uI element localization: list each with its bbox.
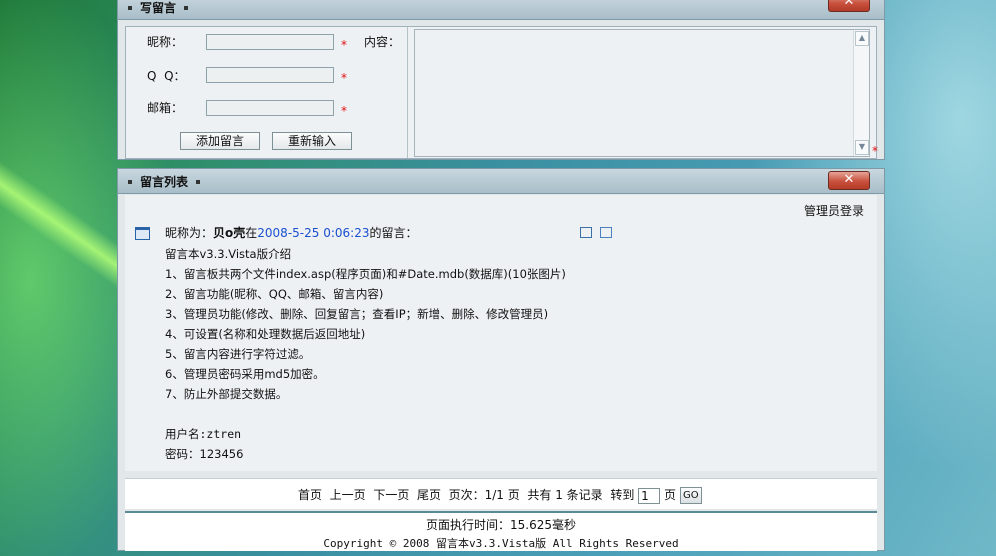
message-line: 密码：123456 <box>165 447 244 461</box>
divider <box>407 27 408 158</box>
add-message-button[interactable]: 添加留言 <box>180 132 260 150</box>
exec-time: 页面执行时间：15.625毫秒 <box>426 518 576 532</box>
message-line: 5、留言内容进行字符过滤。 <box>165 347 311 361</box>
message-list-panel: 留言列表 ✕ 管理员登录 昵称为：贝o壳在2008-5-25 0:06:23的留… <box>117 168 885 551</box>
last-page-link[interactable]: 尾页 <box>417 488 441 502</box>
write-panel-title: 写留言 <box>126 0 196 16</box>
first-page-link[interactable]: 首页 <box>298 488 322 502</box>
goto-label: 转到 <box>610 488 635 502</box>
record-count: 共有 1 条记录 <box>527 488 603 502</box>
required-mark: * <box>341 71 347 85</box>
write-panel-titlebar: 写留言 ✕ <box>118 0 884 20</box>
next-page-link[interactable]: 下一页 <box>373 488 409 502</box>
reply-icon[interactable] <box>580 227 592 238</box>
scroll-down-icon[interactable]: ▼ <box>855 140 869 155</box>
view-ip-icon[interactable] <box>600 227 612 238</box>
required-mark: * <box>341 104 347 118</box>
folder-open-icon <box>135 227 150 240</box>
nickname-input[interactable] <box>206 34 334 50</box>
list-panel-titlebar: 留言列表 ✕ <box>118 169 884 194</box>
nickname: 贝o壳 <box>213 226 246 240</box>
pagination: 首页 上一页 下一页 尾页 页次：1/1 页 共有 1 条记录 转到 1 页 G… <box>298 486 702 504</box>
scrollbar[interactable]: ▲ ▼ <box>853 30 869 156</box>
required-mark: * <box>872 144 878 158</box>
message-datetime: 2008-5-25 0:06:23 <box>257 226 370 240</box>
email-input[interactable] <box>206 100 334 116</box>
content-label: 内容： <box>364 35 401 49</box>
list-panel-title: 留言列表 <box>126 173 208 190</box>
message-line: 4、可设置(名称和处理数据后返回地址) <box>165 327 366 341</box>
message-line: 2、留言功能(昵称、QQ、邮箱、留言内容) <box>165 287 384 301</box>
message-line: 6、管理员密码采用md5加密。 <box>165 367 325 381</box>
bullet-icon <box>196 179 201 184</box>
qq-input[interactable] <box>206 67 334 83</box>
bullet-icon <box>128 5 132 10</box>
message-line: 留言本v3.3.Vista版介绍 <box>165 247 292 261</box>
close-button[interactable]: ✕ <box>828 171 870 190</box>
wallpaper-streak <box>0 120 120 320</box>
message-entry: 昵称为：贝o壳在2008-5-25 0:06:23的留言： 留言本v3.3.Vi… <box>125 195 877 471</box>
page-number-input[interactable]: 1 <box>638 487 661 504</box>
required-mark: * <box>341 38 347 52</box>
page-info: 页次：1/1 页 <box>448 488 520 502</box>
scroll-up-icon[interactable]: ▲ <box>855 31 869 46</box>
go-button[interactable]: GO <box>679 487 702 504</box>
message-line: 7、防止外部提交数据。 <box>165 387 288 401</box>
message-header: 昵称为：贝o壳在2008-5-25 0:06:23的留言： <box>165 226 418 240</box>
message-line: 用户名:ztren <box>165 427 242 441</box>
page-footer: 页面执行时间：15.625毫秒 Copyright © 2008 留言本v3.3… <box>125 511 877 551</box>
copyright: Copyright © 2008 留言本v3.3.Vista版 All Righ… <box>323 537 679 550</box>
bullet-icon <box>128 179 132 184</box>
close-button[interactable]: ✕ <box>828 0 870 12</box>
message-line: 3、管理员功能(修改、删除、回复留言；查看IP；新增、删除、修改管理员) <box>165 307 549 321</box>
message-list: 管理员登录 昵称为：贝o壳在2008-5-25 0:06:23的留言： 留言本v… <box>125 195 877 471</box>
email-label: 邮箱： <box>147 101 184 115</box>
message-line: 1、留言板共两个文件index.asp(程序页面)和#Date.mdb(数据库)… <box>165 267 566 281</box>
prev-page-link[interactable]: 上一页 <box>330 488 366 502</box>
nickname-label: 昵称： <box>147 35 184 49</box>
write-form: 昵称： * Q Q： * 邮箱： * 添加留言 重新输入 内容： ▲ ▼ * <box>125 26 878 159</box>
page-unit: 页 <box>663 488 676 502</box>
reset-button[interactable]: 重新输入 <box>272 132 352 150</box>
bullet-icon <box>184 5 189 10</box>
content-textarea[interactable]: ▲ ▼ <box>414 29 870 157</box>
pagination-bar: 首页 上一页 下一页 尾页 页次：1/1 页 共有 1 条记录 转到 1 页 G… <box>125 478 877 509</box>
write-message-panel: 写留言 ✕ 昵称： * Q Q： * 邮箱： * 添加留言 重新输入 内容： ▲… <box>117 0 885 160</box>
qq-label: Q Q： <box>147 69 186 83</box>
